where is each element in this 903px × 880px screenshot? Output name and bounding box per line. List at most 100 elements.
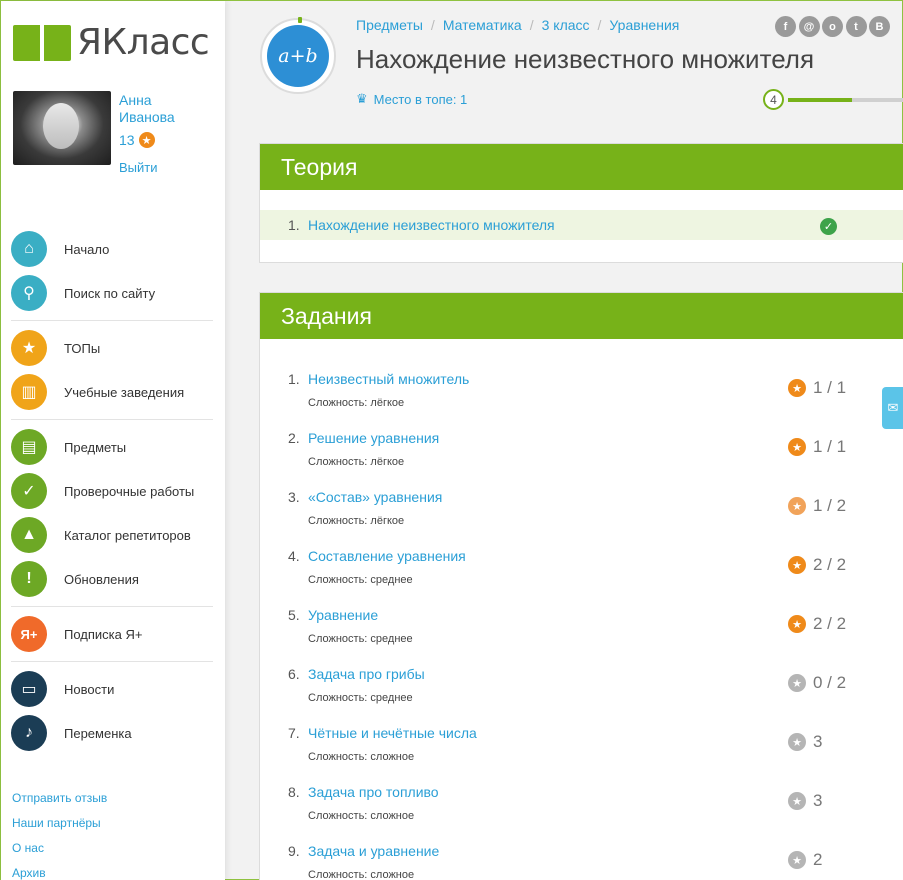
nav-item[interactable]: ▤ Предметы — [11, 425, 213, 469]
nav-item-label: Каталог репетиторов — [64, 527, 191, 543]
nav-item[interactable]: ✓ Проверочные работы — [11, 469, 213, 513]
task-difficulty: Сложность: лёгкое — [308, 456, 405, 468]
breadcrumb-link[interactable]: Уравнения — [609, 17, 679, 33]
nav-item[interactable]: ▥ Учебные заведения — [11, 370, 213, 414]
nav-item-label: Обновления — [64, 571, 139, 587]
star-icon: ★ — [788, 615, 806, 633]
nav-item[interactable]: ★ ТОПы — [11, 326, 213, 370]
nav-divider — [11, 419, 213, 420]
task-link[interactable]: Задача про грибы — [308, 666, 425, 682]
task-number: 4. — [288, 548, 300, 564]
nav-divider — [11, 320, 213, 321]
breadcrumb-separator: / — [529, 17, 534, 33]
search-icon: ⚲ — [11, 275, 47, 311]
nav-divider — [11, 606, 213, 607]
task-difficulty: Сложность: лёгкое — [308, 397, 405, 409]
footer-link[interactable]: Отправить отзыв — [12, 788, 107, 813]
trophy-icon: ♛ — [356, 91, 368, 106]
task-difficulty: Сложность: сложное — [308, 751, 415, 763]
main-nav: ⌂ Начало ⚲ Поиск по сайту ★ ТОПы ▥ Учебные заве… — [11, 227, 213, 755]
task-link[interactable]: Уравнение — [308, 607, 378, 623]
star-icon: ★ — [138, 132, 155, 148]
tasks-heading: Задания — [260, 293, 903, 339]
check-circle-icon: ✓ — [820, 218, 837, 235]
task-score: ★ 1 / 2 — [788, 496, 846, 516]
nav-item[interactable]: ! Обновления — [11, 557, 213, 601]
feedback-tab[interactable]: ✉ — [882, 387, 903, 429]
task-difficulty: Сложность: среднее — [308, 574, 413, 586]
task-score: ★ 1 / 1 — [788, 378, 846, 398]
star-icon: ★ — [788, 674, 806, 692]
footer-link[interactable]: Архив — [12, 863, 107, 880]
odnoklassniki-icon[interactable]: o — [822, 16, 843, 37]
theory-item-link[interactable]: Нахождение неизвестного множителя — [308, 217, 555, 233]
task-score-value: 2 / 2 — [813, 555, 847, 574]
task-link[interactable]: Задача про топливо — [308, 784, 439, 800]
user-card: Анна Иванова 13 ★ Выйти — [13, 91, 213, 175]
nav-item[interactable]: ▲ Каталог репетиторов — [11, 513, 213, 557]
task-difficulty: Сложность: сложное — [308, 810, 415, 822]
task-link[interactable]: Составление уравнения — [308, 548, 466, 564]
task-link[interactable]: «Состав» уравнения — [308, 489, 442, 505]
site-logo[interactable]: ЯКласс — [13, 21, 210, 65]
mail-icon[interactable]: @ — [798, 16, 820, 37]
task-link[interactable]: Задача и уравнение — [308, 843, 439, 859]
logout-link[interactable]: Выйти — [119, 160, 158, 175]
breadcrumb-link[interactable]: 3 класс — [542, 17, 590, 33]
user-name-link[interactable]: Анна Иванова — [119, 92, 209, 126]
vk-icon[interactable]: B — [869, 16, 890, 37]
task-score: ★ 3 — [788, 732, 822, 752]
rank-link[interactable]: ♛ Место в топе: 1 — [356, 91, 467, 107]
breadcrumb: Предметы / Математика / 3 класс / Уравнения — [356, 17, 679, 33]
footer-link[interactable]: Наши партнёры — [12, 813, 107, 838]
task-row: 4. Составление уравнения Сложность: средне… — [260, 540, 903, 599]
building-icon: ▥ — [11, 374, 47, 410]
nav-item[interactable]: ⌂ Начало — [11, 227, 213, 271]
formula-icon: a+b — [267, 25, 329, 87]
task-score-value: 3 — [813, 791, 823, 810]
task-link[interactable]: Решение уравнения — [308, 430, 439, 446]
star-icon: ★ — [788, 733, 806, 751]
star-icon: ★ — [788, 497, 806, 515]
task-score: ★ 1 / 1 — [788, 437, 846, 457]
theory-item: 1. Нахождение неизвестного множителя ✓ — [260, 210, 903, 240]
breadcrumb-link[interactable]: Математика — [443, 17, 522, 33]
nav-item[interactable]: Я+ Подписка Я+ — [11, 612, 213, 656]
theory-heading: Теория — [260, 144, 903, 190]
nav-item-label: Начало — [64, 241, 110, 257]
nav-item-label: ТОПы — [64, 340, 101, 356]
nav-item[interactable]: ▭ Новости — [11, 667, 213, 711]
task-score-value: 1 / 1 — [813, 437, 847, 456]
task-link[interactable]: Чётные и нечётные числа — [308, 725, 477, 741]
task-number: 5. — [288, 607, 300, 623]
nav-item-label: Предметы — [64, 439, 127, 455]
nav-item[interactable]: ♪ Переменка — [11, 711, 213, 755]
envelope-icon: ✉ — [887, 400, 899, 415]
theory-panel: Теория 1. Нахождение неизвестного множит… — [259, 143, 903, 263]
task-link[interactable]: Неизвестный множитель — [308, 371, 469, 387]
task-difficulty: Сложность: среднее — [308, 692, 413, 704]
nav-item-label: Новости — [64, 681, 115, 697]
nav-divider — [11, 661, 213, 662]
task-score: ★ 3 — [788, 791, 822, 811]
star-icon: ★ — [788, 379, 806, 397]
task-row: 1. Неизвестный множитель Сложность: лёгкое… — [260, 363, 903, 422]
graduation-cap-icon: ▲ — [11, 517, 47, 553]
avatar[interactable] — [13, 91, 111, 165]
star-icon: ★ — [788, 556, 806, 574]
task-row: 6. Задача про грибы Сложность: среднее ★ 0 /… — [260, 658, 903, 717]
nav-item[interactable]: ⚲ Поиск по сайту — [11, 271, 213, 315]
star-icon: ★ — [788, 792, 806, 810]
task-score: ★ 0 / 2 — [788, 673, 846, 693]
task-number: 3. — [288, 489, 300, 505]
tasks-panel: Задания 1. Неизвестный множитель Сложность… — [259, 292, 903, 880]
breadcrumb-link[interactable]: Предметы — [356, 17, 423, 33]
task-score-value: 1 / 1 — [813, 378, 847, 397]
book-icon: ▤ — [11, 429, 47, 465]
facebook-icon[interactable]: f — [775, 16, 796, 37]
twitter-icon[interactable]: t — [845, 16, 867, 37]
task-difficulty: Сложность: сложное — [308, 869, 415, 880]
nav-item-label: Проверочные работы — [64, 483, 195, 499]
home-icon: ⌂ — [11, 231, 47, 267]
footer-link[interactable]: О нас — [12, 838, 107, 863]
